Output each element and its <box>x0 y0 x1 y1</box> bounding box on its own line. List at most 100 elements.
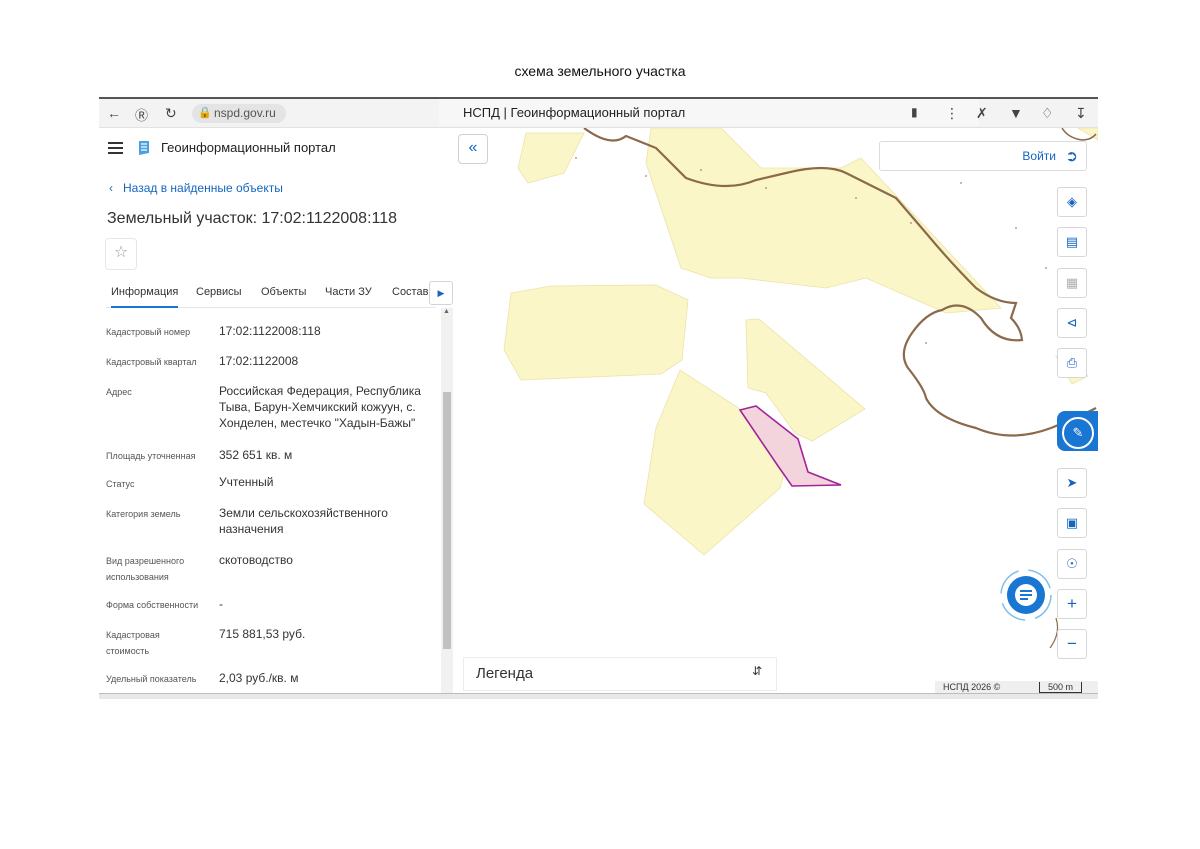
zoom-in-button[interactable]: + <box>1057 589 1087 619</box>
field-value: - <box>219 597 223 611</box>
tab-composition[interactable]: Состав <box>392 286 428 298</box>
assistant-button[interactable]: ✎ <box>1057 411 1098 451</box>
document-title: схема земельного участка <box>514 63 686 79</box>
screenshot-frame: ← Ⓡ ↻ 🔒 nspd.gov.ru НСПД | Геоинформацио… <box>99 97 1098 699</box>
share-button[interactable]: ⊲ <box>1057 308 1087 338</box>
field-value: скотоводство <box>219 553 293 567</box>
back-link[interactable]: ‹ Назад в найденные объекты <box>109 181 283 195</box>
map-dot <box>925 342 927 344</box>
measure-button[interactable]: ▤ <box>1057 227 1087 257</box>
map-dot <box>910 222 912 224</box>
field-label: Статус <box>106 479 135 489</box>
map-dot <box>855 197 857 199</box>
back-link-label: Назад в найденные объекты <box>123 181 283 195</box>
back-arrow-icon[interactable]: ← <box>107 105 121 121</box>
minimap-button[interactable]: ▣ <box>1057 508 1087 538</box>
field-label: Вид разрешенного использования <box>106 556 185 582</box>
attribute-list: Кадастровый номер 17:02:1122008:118 Када… <box>99 308 439 699</box>
field-value: 17:02:1122008 <box>219 354 299 368</box>
map-dot <box>1045 267 1047 269</box>
tab-objects[interactable]: Объекты <box>261 286 306 298</box>
download-icon[interactable]: ↧ <box>1075 105 1087 122</box>
field-value: 2,03 руб./кв. м <box>219 671 299 685</box>
tab-title: НСПД | Геоинформационный портал <box>463 105 686 120</box>
double-chevron-left-icon: « <box>468 139 478 156</box>
map-dot <box>645 175 647 177</box>
field-value: 715 881,53 руб. <box>219 627 306 641</box>
logo-icon <box>139 141 149 155</box>
print-icon: ⎙ <box>1066 355 1078 370</box>
scroll-up-icon[interactable]: ▲ <box>443 308 450 315</box>
extension-icon[interactable]: ♢ <box>1041 105 1054 122</box>
chevron-left-icon: ‹ <box>109 181 113 195</box>
land-parcel <box>1076 127 1098 141</box>
tab-title-area: НСПД | Геоинформационный портал <box>439 99 979 126</box>
favorite-button[interactable]: ☆ <box>105 238 137 270</box>
star-icon: ☆ <box>113 244 129 261</box>
legend-panel[interactable]: Легенда ⇵ <box>463 657 777 691</box>
url-text: nspd.gov.ru <box>214 106 276 120</box>
minimap-icon: ▣ <box>1065 515 1079 530</box>
login-icon: ➲ <box>1065 148 1078 165</box>
field-label: Кадастровая стоимость <box>106 630 160 656</box>
extension-icon[interactable]: ✗ <box>976 105 988 122</box>
location-search-icon: ☉ <box>1066 556 1078 571</box>
address-bar[interactable]: 🔒 nspd.gov.ru <box>192 104 286 123</box>
zoom-out-button[interactable]: − <box>1057 629 1087 659</box>
collapse-panel-button[interactable]: « <box>458 134 488 164</box>
field-label: Площадь уточненная <box>106 451 196 461</box>
ruler-icon: ▤ <box>1065 234 1079 249</box>
map-dot <box>575 157 577 159</box>
assistant-icon: ✎ <box>1062 417 1094 449</box>
tab-bar: Информация Сервисы Объекты Части ЗУ Сост… <box>106 279 436 308</box>
navigation-arrow-icon: ➤ <box>1066 475 1078 490</box>
info-panel: Геоинформационный портал ‹ Назад в найден… <box>99 128 456 699</box>
tab-parts[interactable]: Части ЗУ <box>325 286 372 298</box>
tab-services[interactable]: Сервисы <box>196 286 242 298</box>
layers-button[interactable]: ◈ <box>1057 187 1087 217</box>
map-dot <box>700 169 702 171</box>
field-label: Кадастровый номер <box>106 327 191 337</box>
taskbar-strip <box>99 693 1098 699</box>
land-parcel <box>517 132 585 184</box>
navigate-button[interactable]: ➤ <box>1057 468 1087 498</box>
chat-button[interactable] <box>999 568 1053 622</box>
scale-bar: 500 m <box>1039 682 1083 693</box>
field-label: Форма собственности <box>106 600 199 610</box>
app-title: Геоинформационный портал <box>161 140 336 155</box>
menu-icon[interactable] <box>108 142 123 154</box>
field-label: Удельный показатель <box>106 674 197 684</box>
browser-toolbar: ← Ⓡ ↻ 🔒 nspd.gov.ru НСПД | Геоинформацио… <box>99 99 1098 128</box>
bookmark-icon[interactable]: ▮ <box>911 105 918 119</box>
panel-scrollbar[interactable]: ▲ ▼ <box>441 308 453 699</box>
field-value: 352 651 кв. м <box>219 448 293 462</box>
expand-icon: ⇵ <box>751 664 762 678</box>
select-area-button[interactable]: ▦ <box>1057 268 1087 298</box>
layers-icon: ◈ <box>1067 194 1077 209</box>
reload-icon[interactable]: ↻ <box>165 105 177 122</box>
tabs-next-button[interactable]: ▶ <box>429 281 453 305</box>
scrollbar-thumb[interactable] <box>443 392 451 649</box>
land-parcel <box>503 284 689 381</box>
locate-button[interactable]: ☉ <box>1057 549 1087 579</box>
map-dot <box>960 182 962 184</box>
yandex-icon[interactable]: Ⓡ <box>135 105 148 124</box>
more-icon[interactable]: ⋮ <box>945 105 959 122</box>
field-value: Земли сельскохозяйственного назначения <box>219 506 388 536</box>
print-button[interactable]: ⎙ <box>1057 348 1087 378</box>
field-label: Категория земель <box>106 509 181 519</box>
tab-information[interactable]: Информация <box>111 286 179 308</box>
field-label: Адрес <box>106 387 132 397</box>
select-area-icon: ▦ <box>1065 275 1079 290</box>
field-value: Российская Федерация, Республика Тыва, Б… <box>219 384 421 430</box>
extension-icon[interactable]: ▼ <box>1009 105 1023 121</box>
object-title: Земельный участок: 17:02:1122008:118 <box>107 210 398 227</box>
map-dot <box>1015 227 1017 229</box>
caret-right-icon: ▶ <box>437 288 445 298</box>
copyright-text: НСПД 2026 © <box>943 682 1001 692</box>
login-button[interactable]: Войти ➲ <box>879 141 1087 171</box>
field-value: Учтенный <box>219 475 274 489</box>
lock-icon: 🔒 <box>198 107 212 119</box>
login-label: Войти <box>1022 149 1056 163</box>
minus-icon: − <box>1067 634 1077 653</box>
